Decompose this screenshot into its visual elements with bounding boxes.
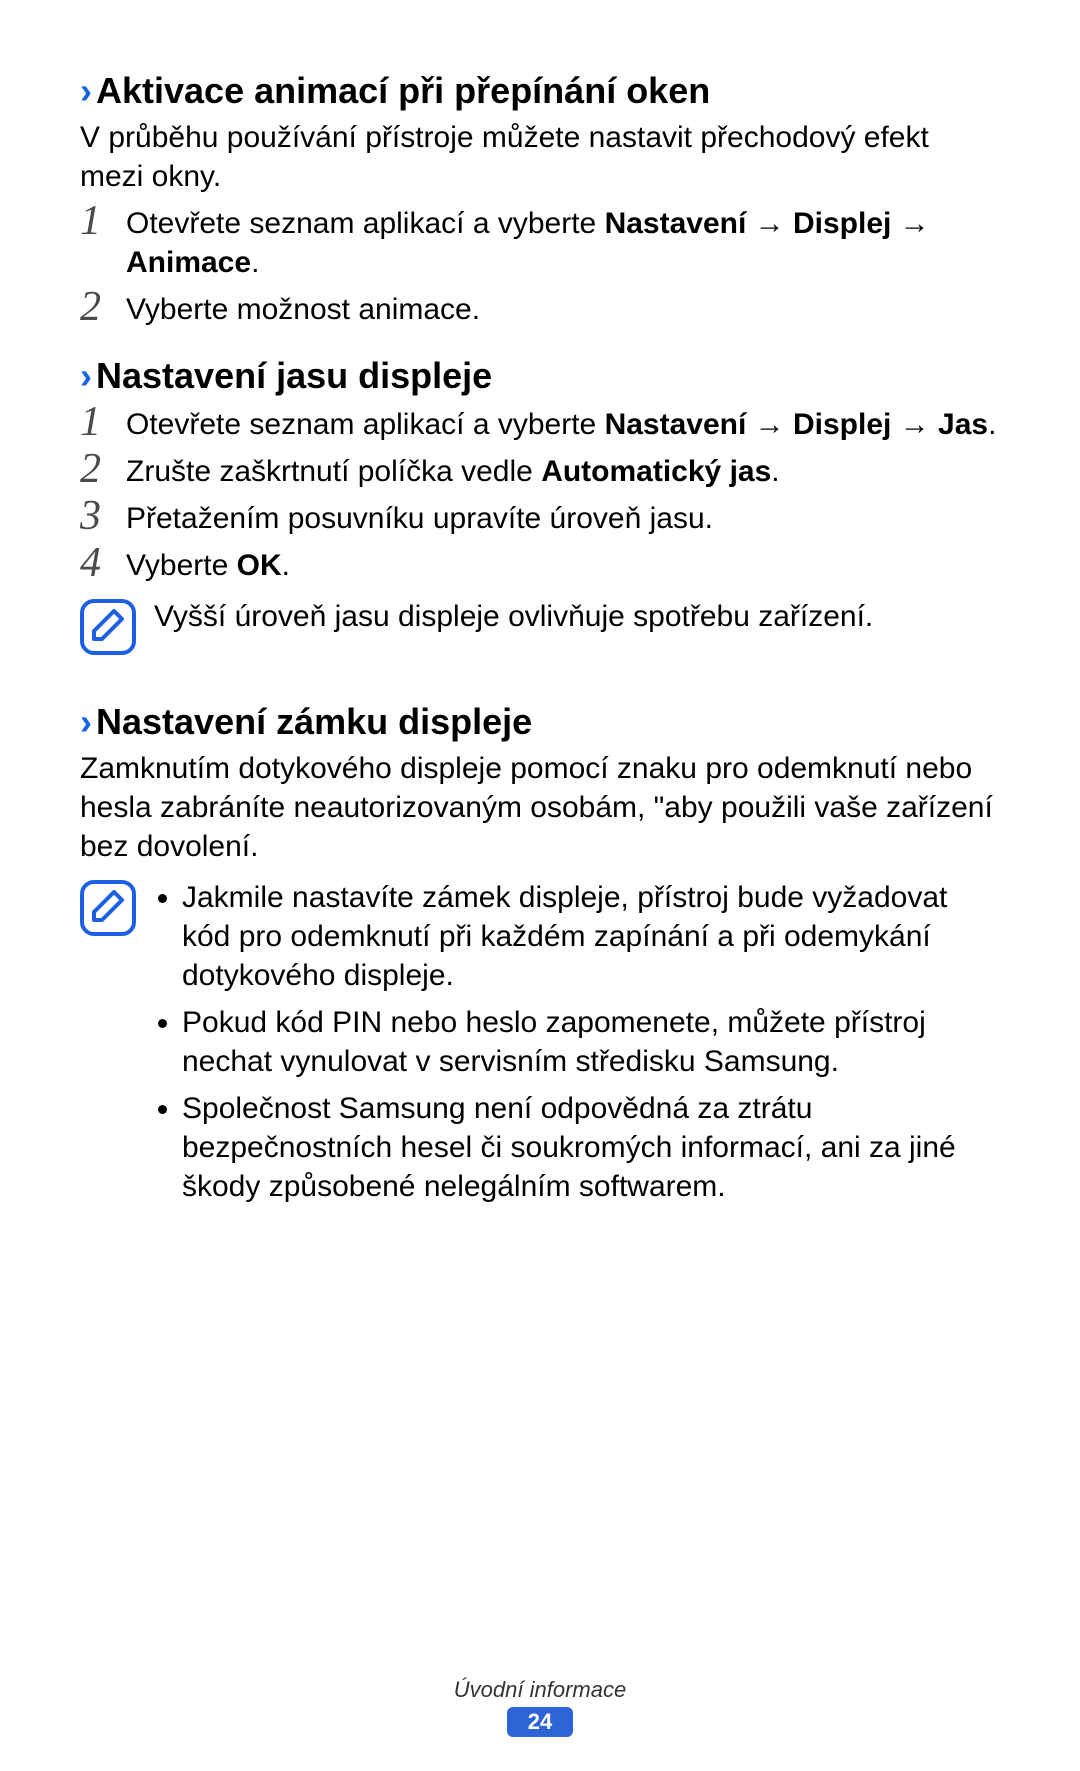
step-text-pre: Zrušte zaškrtnutí políčka vedle bbox=[126, 455, 541, 488]
step-text-post: . bbox=[988, 408, 996, 441]
step-text-bold: Nastavení → Displej → Jas bbox=[605, 408, 989, 441]
step-text-pre: Otevřete seznam aplikací a vyberte bbox=[126, 408, 605, 441]
page-number-badge: 24 bbox=[507, 1707, 573, 1737]
step-number: 1 bbox=[80, 200, 126, 242]
chevron-icon: › bbox=[80, 701, 92, 742]
page-footer: Úvodní informace 24 bbox=[0, 1677, 1080, 1737]
section-heading-brightness: ›Nastavení jasu displeje bbox=[80, 355, 1000, 397]
note-pencil-icon bbox=[80, 880, 136, 936]
section-intro: V průběhu používání přístroje můžete nas… bbox=[80, 118, 1000, 196]
step-number: 2 bbox=[80, 286, 126, 328]
step-text-pre: Vyberte bbox=[126, 549, 237, 582]
document-page: ›Aktivace animací při přepínání oken V p… bbox=[0, 0, 1080, 1771]
note-callout: Jakmile nastavíte zámek displeje, přístr… bbox=[80, 878, 1000, 1214]
section-intro: Zamknutím dotykového displeje pomocí zna… bbox=[80, 749, 1000, 866]
section-heading-animation: ›Aktivace animací při přepínání oken bbox=[80, 70, 1000, 112]
step-text-post: . bbox=[282, 549, 290, 582]
step-text: Přetažením posuvníku upravíte úroveň jas… bbox=[126, 499, 1000, 538]
step-text: Vyberte OK. bbox=[126, 546, 1000, 585]
step-text: Zrušte zaškrtnutí políčka vedle Automati… bbox=[126, 452, 1000, 491]
step-row: 4 Vyberte OK. bbox=[80, 546, 1000, 585]
chevron-icon: › bbox=[80, 355, 92, 396]
step-text-post: . bbox=[251, 246, 259, 279]
chevron-icon: › bbox=[80, 70, 92, 111]
step-text-bold: Automatický jas bbox=[541, 455, 771, 488]
note-callout: Vyšší úroveň jasu displeje ovlivňuje spo… bbox=[80, 597, 1000, 655]
step-number: 3 bbox=[80, 495, 126, 537]
step-text-post: . bbox=[771, 455, 779, 488]
step-number: 4 bbox=[80, 542, 126, 584]
step-number: 2 bbox=[80, 448, 126, 490]
step-text: Otevřete seznam aplikací a vyberte Nasta… bbox=[126, 204, 1000, 282]
heading-text: Aktivace animací při přepínání oken bbox=[96, 70, 710, 111]
note-pencil-icon bbox=[80, 599, 136, 655]
note-list-item: Jakmile nastavíte zámek displeje, přístr… bbox=[182, 878, 1000, 995]
note-list: Jakmile nastavíte zámek displeje, přístr… bbox=[154, 878, 1000, 1206]
note-text: Vyšší úroveň jasu displeje ovlivňuje spo… bbox=[154, 597, 1000, 636]
step-text-pre: Otevřete seznam aplikací a vyberte bbox=[126, 207, 605, 240]
footer-section-label: Úvodní informace bbox=[0, 1677, 1080, 1703]
note-list-item: Pokud kód PIN nebo heslo zapomenete, můž… bbox=[182, 1003, 1000, 1081]
step-row: 3 Přetažením posuvníku upravíte úroveň j… bbox=[80, 499, 1000, 538]
step-number: 1 bbox=[80, 401, 126, 443]
step-row: 1 Otevřete seznam aplikací a vyberte Nas… bbox=[80, 204, 1000, 282]
step-row: 2 Vyberte možnost animace. bbox=[80, 290, 1000, 329]
heading-text: Nastavení zámku displeje bbox=[96, 701, 532, 742]
step-row: 1 Otevřete seznam aplikací a vyberte Nas… bbox=[80, 405, 1000, 444]
step-text: Otevřete seznam aplikací a vyberte Nasta… bbox=[126, 405, 1000, 444]
heading-text: Nastavení jasu displeje bbox=[96, 355, 492, 396]
step-text: Vyberte možnost animace. bbox=[126, 290, 1000, 329]
note-text: Jakmile nastavíte zámek displeje, přístr… bbox=[154, 878, 1000, 1214]
step-row: 2 Zrušte zaškrtnutí políčka vedle Automa… bbox=[80, 452, 1000, 491]
step-text-bold: OK bbox=[237, 549, 282, 582]
note-list-item: Společnost Samsung není odpovědná za ztr… bbox=[182, 1089, 1000, 1206]
section-heading-screen-lock: ›Nastavení zámku displeje bbox=[80, 701, 1000, 743]
